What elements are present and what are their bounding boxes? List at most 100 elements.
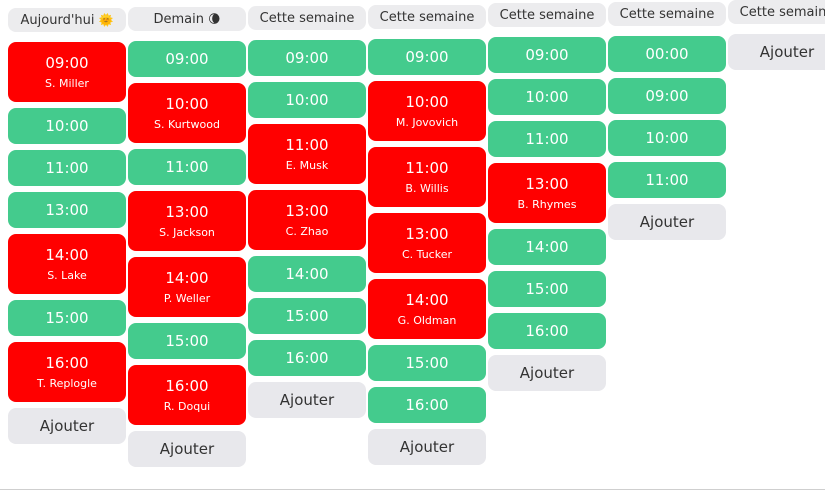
slot-time: 11:00 — [525, 130, 569, 148]
column-header-label: Cette semaine — [619, 6, 715, 22]
booked-slot[interactable]: 10:00 M. Jovovich — [368, 81, 486, 141]
slot-client-name: P. Weller — [163, 291, 211, 305]
free-slot[interactable]: 10:00 — [248, 82, 366, 118]
free-slot[interactable]: 11:00 — [8, 150, 126, 186]
free-slot[interactable]: 09:00 — [248, 40, 366, 76]
slot-time: 13:00 — [285, 201, 329, 220]
column-header-label: Cette semaine — [259, 10, 355, 26]
add-slot-button[interactable]: Ajouter — [8, 408, 126, 444]
booked-slot[interactable]: 13:00 C. Tucker — [368, 213, 486, 273]
free-slot[interactable]: 16:00 — [488, 313, 606, 349]
free-slot[interactable]: 14:00 — [488, 229, 606, 265]
slot-client-name: B. Rhymes — [517, 197, 577, 211]
column-header: Demain 🌘 — [128, 7, 246, 31]
slot-list: 09:00 10:00 11:00 13:00 B. Rhymes 14:00 15:00 1… — [488, 37, 606, 391]
free-slot[interactable]: 11:00 — [128, 149, 246, 185]
booked-slot[interactable]: 14:00 G. Oldman — [368, 279, 486, 339]
free-slot[interactable]: 11:00 — [488, 121, 606, 157]
free-slot[interactable]: 09:00 — [368, 39, 486, 75]
booked-slot[interactable]: 11:00 E. Musk — [248, 124, 366, 184]
free-slot[interactable]: 10:00 — [608, 120, 726, 156]
column-header: Cette semaine — [728, 0, 825, 24]
add-slot-button[interactable]: Ajouter — [488, 355, 606, 391]
slot-time: 09:00 — [525, 46, 569, 64]
booked-slot[interactable]: 11:00 B. Willis — [368, 147, 486, 207]
free-slot[interactable]: 09:00 — [488, 37, 606, 73]
day-column: Cette semaine 09:00 10:00 11:00 13:00 B. Rhym… — [488, 3, 606, 391]
slot-list: 09:00 S. Miller 10:00 11:00 13:00 14:00 S. Lak… — [8, 42, 126, 444]
column-header: Cette semaine — [608, 2, 726, 26]
slot-time: 13:00 — [405, 224, 449, 243]
booked-slot[interactable]: 13:00 C. Zhao — [248, 190, 366, 250]
slot-time: 14:00 — [405, 290, 449, 309]
slot-time: 09:00 — [405, 48, 449, 66]
booked-slot[interactable]: 14:00 S. Lake — [8, 234, 126, 294]
slot-time: 16:00 — [45, 353, 89, 372]
slot-time: 16:00 — [525, 322, 569, 340]
day-column: Demain 🌘 09:00 10:00 S. Kurtwood 11:00 13:00 S.… — [128, 7, 246, 467]
column-header: Aujourd'hui 🌞 — [8, 8, 126, 32]
slot-client-name: R. Doqui — [163, 399, 211, 413]
free-slot[interactable]: 13:00 — [8, 192, 126, 228]
column-header: Cette semaine — [248, 6, 366, 30]
slot-time: 11:00 — [165, 158, 209, 176]
sun-icon: 🌞 — [98, 13, 114, 27]
booked-slot[interactable]: 16:00 R. Doqui — [128, 365, 246, 425]
booked-slot[interactable]: 14:00 P. Weller — [128, 257, 246, 317]
slot-time: 10:00 — [285, 91, 329, 109]
column-header-label: Demain — [153, 11, 204, 27]
slot-client-name: M. Jovovich — [395, 115, 459, 129]
slot-list: 09:00 10:00 11:00 E. Musk 13:00 C. Zhao 14:00 1… — [248, 40, 366, 418]
bottom-divider — [0, 489, 825, 490]
slot-list: 00:00 09:00 10:00 11:00 Ajouter — [608, 36, 726, 240]
free-slot[interactable]: 10:00 — [488, 79, 606, 115]
free-slot[interactable]: 10:00 — [8, 108, 126, 144]
free-slot[interactable]: 15:00 — [128, 323, 246, 359]
free-slot[interactable]: 16:00 — [368, 387, 486, 423]
column-header-label: Cette semaine — [499, 7, 595, 23]
slot-time: 13:00 — [45, 201, 89, 219]
slot-time: 10:00 — [525, 88, 569, 106]
slot-client-name: S. Lake — [47, 268, 87, 282]
free-slot[interactable]: 09:00 — [128, 41, 246, 77]
slot-time: 14:00 — [45, 245, 89, 264]
slot-client-name: C. Zhao — [285, 224, 329, 238]
free-slot[interactable]: 11:00 — [608, 162, 726, 198]
slot-time: 16:00 — [285, 349, 329, 367]
slot-time: 14:00 — [525, 238, 569, 256]
free-slot[interactable]: 14:00 — [248, 256, 366, 292]
booked-slot[interactable]: 16:00 T. Replogle — [8, 342, 126, 402]
day-column: Cette semaine 00:00 09:00 10:00 11:00 Ajouter — [608, 2, 726, 240]
free-slot[interactable]: 09:00 — [608, 78, 726, 114]
slot-client-name: E. Musk — [285, 158, 329, 172]
slot-time: 09:00 — [645, 87, 689, 105]
free-slot[interactable]: 15:00 — [248, 298, 366, 334]
free-slot[interactable]: 16:00 — [248, 340, 366, 376]
booked-slot[interactable]: 10:00 S. Kurtwood — [128, 83, 246, 143]
day-column: Aujourd'hui 🌞 09:00 S. Miller 10:00 11:00 13:0… — [8, 8, 126, 444]
add-slot-button[interactable]: Ajouter — [128, 431, 246, 467]
slot-client-name: C. Tucker — [401, 247, 452, 261]
add-slot-button[interactable]: Ajouter — [608, 204, 726, 240]
add-slot-button[interactable]: Ajouter — [728, 34, 825, 70]
slot-list: 09:00 10:00 S. Kurtwood 11:00 13:00 S. Jackso… — [128, 41, 246, 467]
booked-slot[interactable]: 09:00 S. Miller — [8, 42, 126, 102]
add-slot-button[interactable]: Ajouter — [368, 429, 486, 465]
free-slot[interactable]: 15:00 — [488, 271, 606, 307]
slot-time: 10:00 — [45, 117, 89, 135]
slot-time: 15:00 — [405, 354, 449, 372]
slot-time: 13:00 — [165, 202, 209, 221]
free-slot[interactable]: 15:00 — [8, 300, 126, 336]
slot-time: 00:00 — [645, 45, 689, 63]
slot-time: 13:00 — [525, 174, 569, 193]
slot-time: 15:00 — [165, 332, 209, 350]
free-slot[interactable]: 00:00 — [608, 36, 726, 72]
slot-time: 11:00 — [45, 159, 89, 177]
slot-client-name: T. Replogle — [37, 376, 97, 390]
booked-slot[interactable]: 13:00 B. Rhymes — [488, 163, 606, 223]
free-slot[interactable]: 15:00 — [368, 345, 486, 381]
add-slot-button[interactable]: Ajouter — [248, 382, 366, 418]
slot-time: 09:00 — [285, 49, 329, 67]
day-column: Cette semaine 09:00 10:00 M. Jovovich 11:00 B… — [368, 5, 486, 465]
booked-slot[interactable]: 13:00 S. Jackson — [128, 191, 246, 251]
